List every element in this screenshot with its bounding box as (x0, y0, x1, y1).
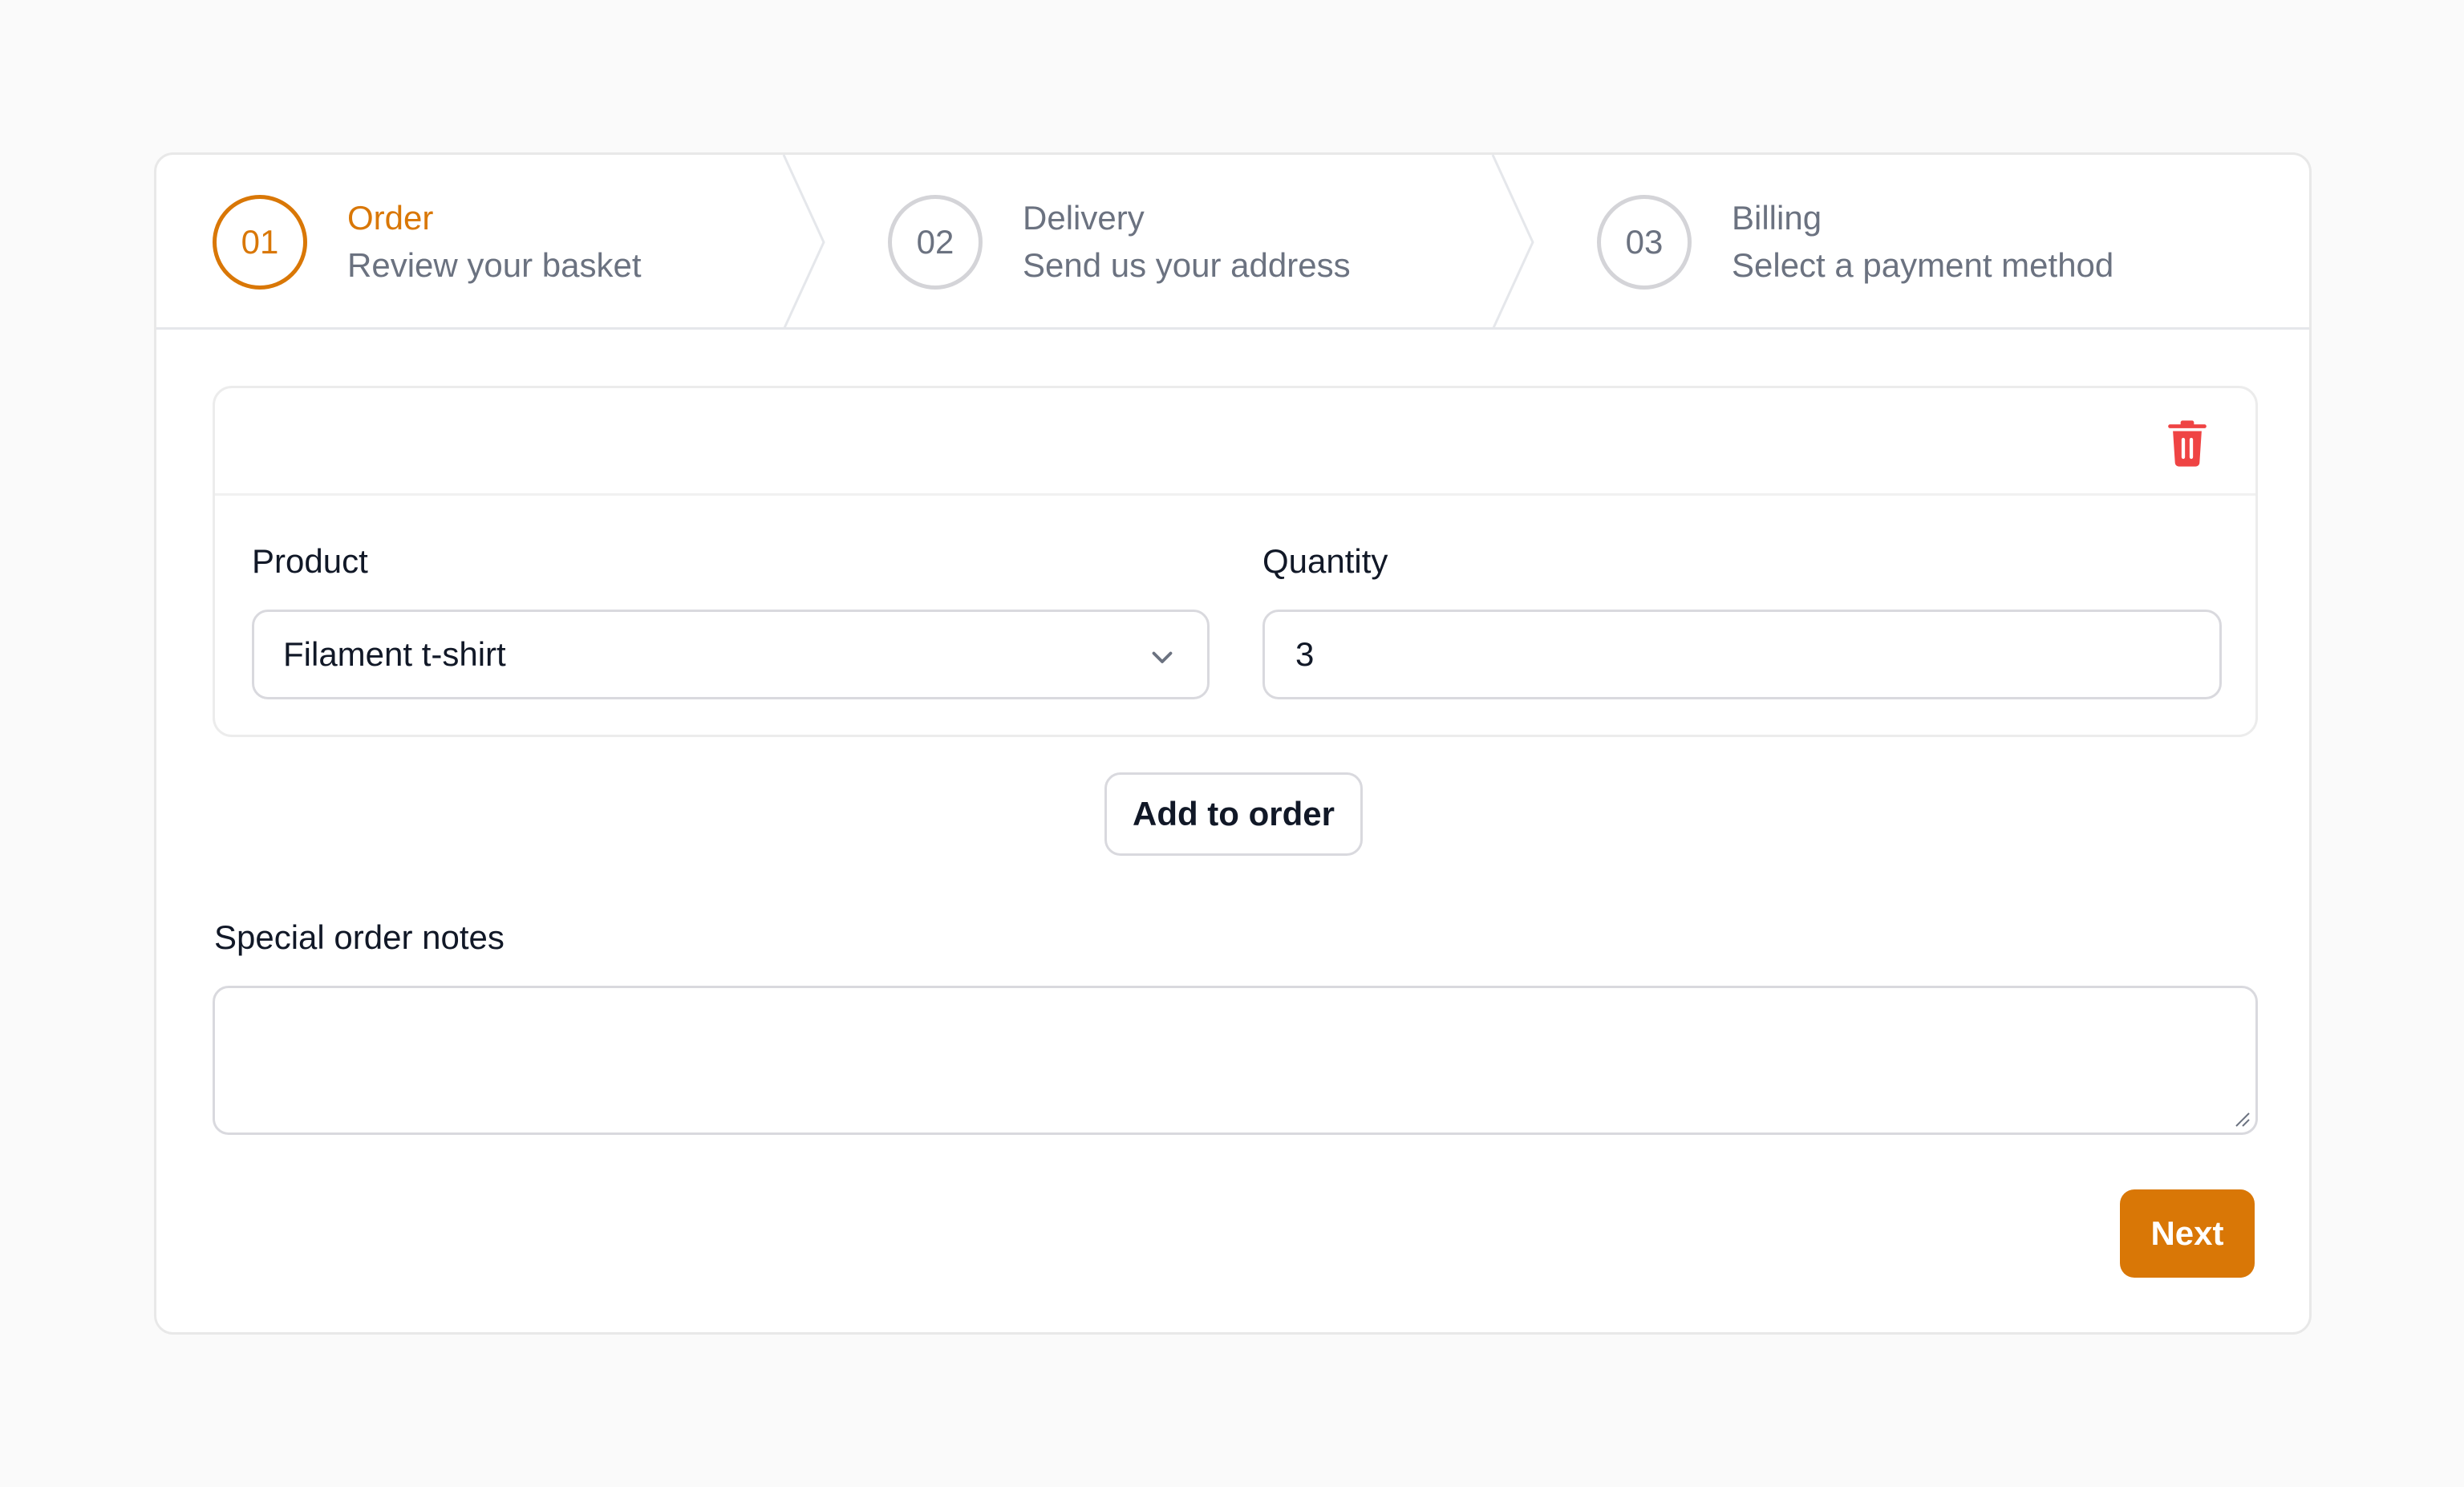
step-order[interactable]: 01 Order Review your basket (213, 155, 642, 330)
step-billing[interactable]: 03 Billing Select a payment method (1597, 155, 2113, 330)
step-delivery[interactable]: 02 Delivery Send us your address (888, 155, 1351, 330)
step-description: Select a payment method (1732, 246, 2114, 284)
next-button[interactable]: Next (2120, 1189, 2255, 1278)
notes-label: Special order notes (214, 918, 505, 956)
step-number-badge: 02 (888, 195, 983, 290)
trash-icon[interactable] (2164, 419, 2211, 468)
step-title: Billing (1732, 199, 1822, 237)
step-separator-icon (782, 155, 825, 330)
add-to-order-button[interactable]: Add to order (1104, 772, 1363, 856)
step-number-badge: 01 (213, 195, 307, 290)
product-label: Product (252, 542, 368, 580)
product-selected-value: Filament t-shirt (283, 635, 506, 673)
quantity-value: 3 (1295, 635, 1315, 673)
quantity-label: Quantity (1262, 542, 1388, 580)
resize-handle-icon[interactable] (2231, 1108, 2251, 1128)
step-title: Order (347, 199, 434, 237)
wizard-card: 01 Order Review your basket 02 Delivery … (154, 152, 2312, 1335)
product-select[interactable]: Filament t-shirt (252, 610, 1210, 699)
step-description: Send us your address (1023, 246, 1351, 284)
notes-textarea[interactable] (213, 986, 2258, 1135)
step-separator-icon (1491, 155, 1534, 330)
order-item-header (215, 388, 2255, 496)
chevron-down-icon (1152, 651, 1173, 663)
step-title: Delivery (1023, 199, 1145, 237)
step-description: Review your basket (347, 246, 642, 284)
order-item-card: Product Filament t-shirt Quantity 3 (213, 386, 2258, 737)
quantity-input[interactable]: 3 (1262, 610, 2222, 699)
step-number-badge: 03 (1597, 195, 1692, 290)
wizard-stepper: 01 Order Review your basket 02 Delivery … (156, 155, 2309, 330)
